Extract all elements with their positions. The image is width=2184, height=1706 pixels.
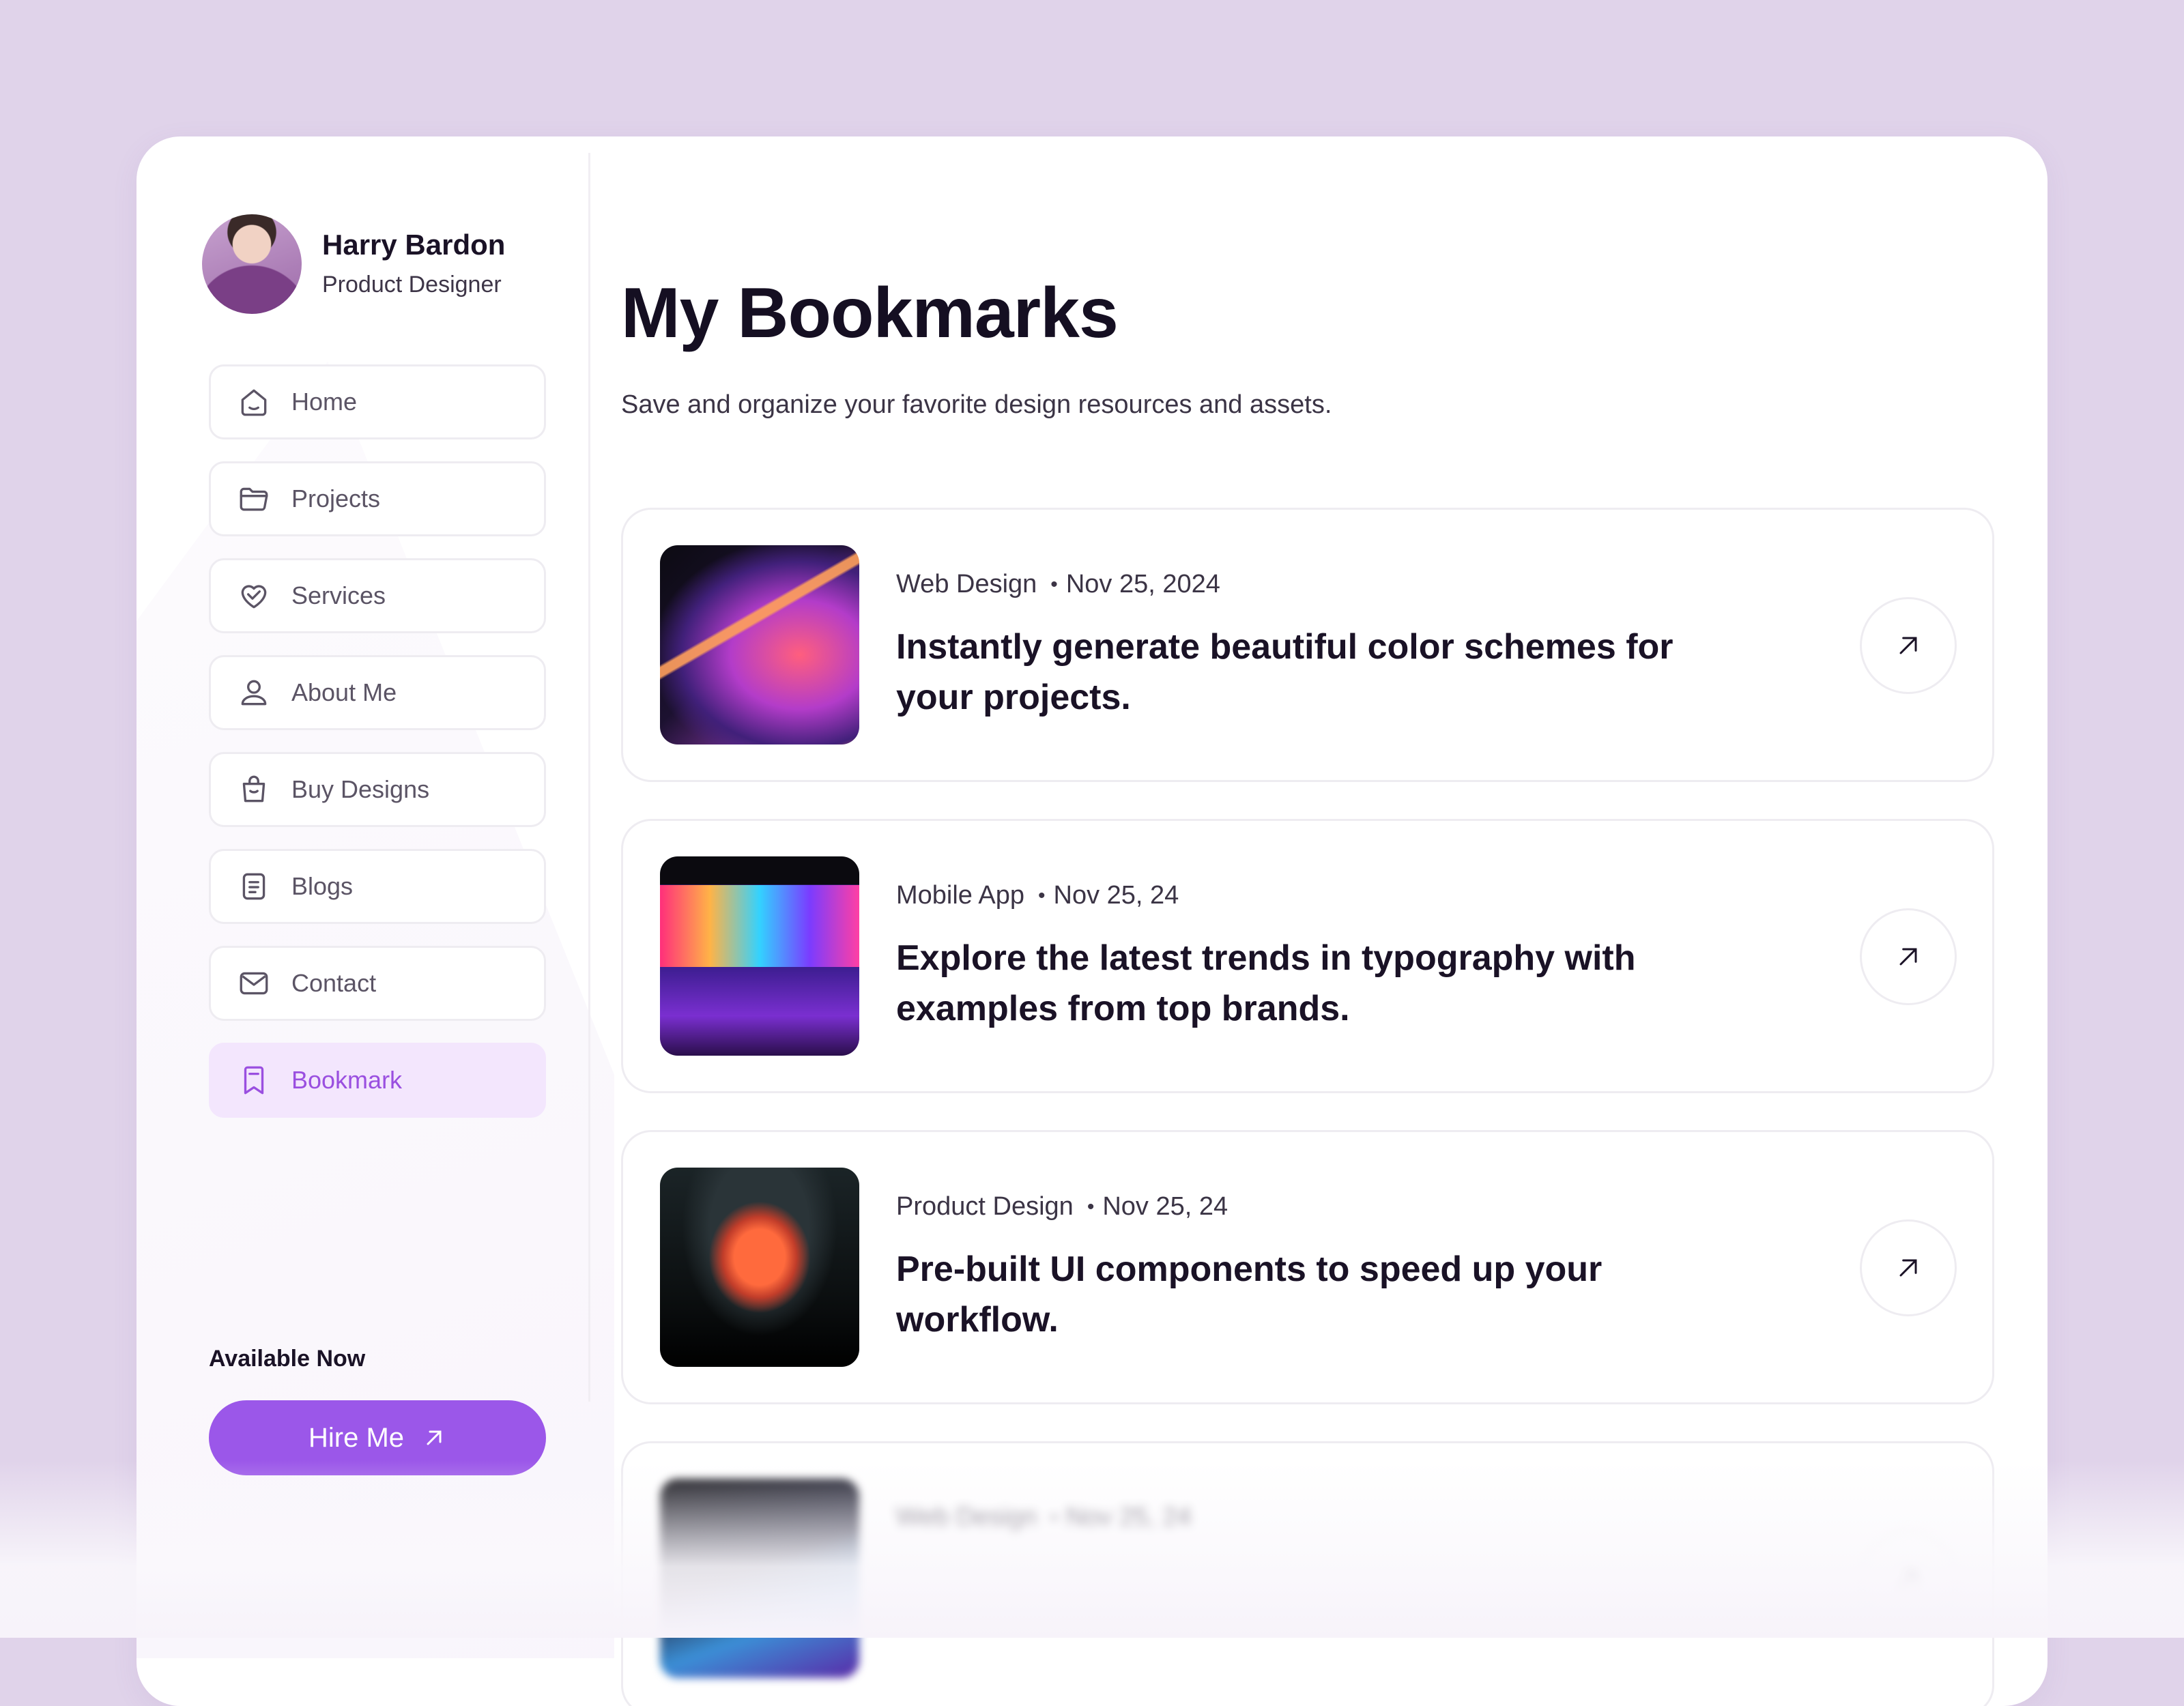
page-title: My Bookmarks bbox=[621, 274, 1119, 353]
hire-me-label: Hire Me bbox=[308, 1422, 405, 1453]
avatar bbox=[202, 214, 302, 314]
user-icon bbox=[237, 676, 271, 710]
nav-item-buy-designs[interactable]: Buy Designs bbox=[209, 752, 546, 827]
bookmark-card[interactable]: Web Design • Nov 25, 24 bbox=[621, 1441, 1994, 1706]
bookmark-category: Web Design bbox=[896, 570, 1037, 598]
bookmark-thumbnail bbox=[660, 1168, 859, 1367]
open-bookmark-button[interactable] bbox=[1860, 1531, 1957, 1628]
separator-dot: • bbox=[1038, 884, 1046, 907]
shopping-bag-icon bbox=[237, 772, 271, 807]
nav-item-contact[interactable]: Contact bbox=[209, 946, 546, 1021]
bookmark-list: Web Design • Nov 25, 2024 Instantly gene… bbox=[621, 508, 1994, 1706]
profile-name: Harry Bardon bbox=[322, 229, 506, 261]
nav-label: About Me bbox=[291, 678, 397, 706]
nav-item-services[interactable]: Services bbox=[209, 558, 546, 633]
bookmark-date: Nov 25, 24 bbox=[1102, 1192, 1228, 1221]
bookmark-title: Pre-built UI components to speed up your… bbox=[896, 1249, 1603, 1340]
bookmark-category: Web Design bbox=[896, 1503, 1037, 1532]
sidebar-nav: Home Projects Services About Me Buy Desi… bbox=[209, 364, 546, 1140]
heart-handshake-icon bbox=[237, 579, 271, 613]
nav-label: Projects bbox=[291, 485, 381, 512]
bookmark-card[interactable]: Web Design • Nov 25, 2024 Instantly gene… bbox=[621, 508, 1994, 782]
separator-dot: • bbox=[1050, 573, 1058, 596]
arrow-up-right-icon bbox=[1899, 1570, 1917, 1588]
nav-item-home[interactable]: Home bbox=[209, 364, 546, 439]
mail-icon bbox=[237, 966, 271, 1000]
document-icon bbox=[237, 869, 271, 903]
availability-label: Available Now bbox=[209, 1346, 366, 1372]
app-card: Harry Bardon Product Designer Home Proje… bbox=[136, 136, 2048, 1706]
bookmark-meta: Web Design • Nov 25, 24 bbox=[896, 1503, 1192, 1533]
bookmark-meta: Web Design • Nov 25, 2024 bbox=[896, 570, 1220, 599]
arrow-up-right-icon bbox=[1899, 637, 1917, 654]
bookmark-title: Instantly generate beautiful color schem… bbox=[896, 627, 1673, 717]
page-subtitle: Save and organize your favorite design r… bbox=[621, 390, 1332, 419]
nav-label: Blogs bbox=[291, 872, 354, 900]
folder-icon bbox=[237, 482, 271, 516]
bookmark-title: Explore the latest trends in typography … bbox=[896, 938, 1636, 1028]
nav-label: Home bbox=[291, 388, 358, 416]
separator-dot: • bbox=[1087, 1195, 1095, 1218]
home-icon bbox=[237, 385, 271, 419]
nav-label: Services bbox=[291, 581, 386, 609]
bookmark-date: Nov 25, 24 bbox=[1053, 881, 1179, 910]
profile: Harry Bardon Product Designer bbox=[202, 214, 505, 314]
nav-item-blogs[interactable]: Blogs bbox=[209, 849, 546, 924]
arrow-up-right-icon bbox=[1899, 948, 1917, 966]
open-bookmark-button[interactable] bbox=[1860, 597, 1957, 694]
bookmark-date: Nov 25, 2024 bbox=[1065, 570, 1220, 598]
open-bookmark-button[interactable] bbox=[1860, 1219, 1957, 1316]
bookmark-thumbnail bbox=[660, 1479, 859, 1678]
bookmark-icon bbox=[237, 1063, 271, 1097]
profile-role: Product Designer bbox=[322, 272, 502, 298]
bookmark-meta: Mobile App • Nov 25, 24 bbox=[896, 881, 1179, 910]
bookmark-thumbnail bbox=[660, 545, 859, 744]
bookmark-thumbnail bbox=[660, 856, 859, 1056]
bookmark-meta: Product Design • Nov 25, 24 bbox=[896, 1192, 1228, 1221]
nav-label: Buy Designs bbox=[291, 775, 430, 803]
bookmark-category: Mobile App bbox=[896, 881, 1025, 910]
separator-dot: • bbox=[1050, 1506, 1058, 1529]
nav-item-projects[interactable]: Projects bbox=[209, 461, 546, 536]
arrow-up-right-icon bbox=[427, 1430, 442, 1445]
bookmark-category: Product Design bbox=[896, 1192, 1074, 1221]
open-bookmark-button[interactable] bbox=[1860, 908, 1957, 1005]
bookmark-card[interactable]: Product Design • Nov 25, 24 Pre-built UI… bbox=[621, 1130, 1994, 1404]
arrow-up-right-icon bbox=[1899, 1259, 1917, 1277]
nav-label: Bookmark bbox=[291, 1066, 403, 1094]
bookmark-card[interactable]: Mobile App • Nov 25, 24 Explore the late… bbox=[621, 819, 1994, 1093]
bookmark-date: Nov 25, 24 bbox=[1065, 1503, 1192, 1532]
nav-label: Contact bbox=[291, 969, 377, 997]
hire-me-button[interactable]: Hire Me bbox=[209, 1400, 546, 1475]
sidebar-divider bbox=[588, 153, 590, 1402]
nav-item-bookmark[interactable]: Bookmark bbox=[209, 1043, 546, 1118]
nav-item-about-me[interactable]: About Me bbox=[209, 655, 546, 730]
